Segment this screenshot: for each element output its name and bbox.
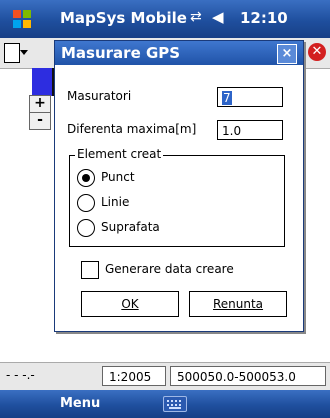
radio-label-suprafata: Suprafata	[101, 220, 160, 234]
diferenta-input[interactable]: 1.0	[217, 120, 283, 140]
chevron-down-icon[interactable]	[20, 50, 28, 55]
radio-punct[interactable]	[77, 169, 95, 187]
masuratori-label: Masuratori	[67, 89, 132, 103]
zoom-out-button[interactable]: -	[29, 112, 51, 130]
radio-suprafata[interactable]	[77, 219, 95, 237]
dialog-title-bar: Masurare GPS ×	[55, 41, 303, 65]
gps-status: - - -.-	[6, 368, 35, 382]
connectivity-icon[interactable]: ⇄	[190, 9, 202, 25]
app-title: MapSys Mobile	[60, 9, 187, 27]
generare-data-label: Generare data creare	[105, 262, 234, 276]
diferenta-label: Diferenta maxima[m]	[67, 122, 197, 136]
menu-softkey[interactable]: Menu	[60, 396, 100, 411]
coordinates-readout: 500050.0-500053.0	[170, 366, 326, 386]
radio-label-punct: Punct	[101, 170, 135, 184]
masuratori-input[interactable]: 7	[217, 87, 283, 107]
map-layer-indicator	[32, 68, 52, 96]
title-bar: MapSys Mobile ⇄ ◀ 12:10	[0, 0, 330, 38]
clock[interactable]: 12:10	[240, 9, 288, 27]
generare-data-checkbox[interactable]	[81, 261, 99, 279]
element-creat-label: Element creat	[75, 147, 164, 161]
windows-start-icon[interactable]	[10, 7, 34, 31]
close-button[interactable]: ×	[277, 44, 297, 64]
stop-icon[interactable]: ✕	[308, 43, 326, 61]
gps-measure-dialog: Masurare GPS × Masuratori 7 Diferenta ma…	[54, 40, 304, 332]
masuratori-value: 7	[222, 91, 232, 105]
new-document-icon[interactable]	[4, 43, 20, 63]
speaker-icon[interactable]: ◀	[212, 8, 224, 26]
radio-linie[interactable]	[77, 194, 95, 212]
radio-label-linie: Linie	[101, 195, 130, 209]
ok-button[interactable]: OK	[81, 291, 179, 317]
keyboard-icon[interactable]	[163, 396, 187, 412]
cancel-button[interactable]: Renunta	[189, 291, 287, 317]
zoom-in-button[interactable]: +	[29, 95, 51, 113]
scale-readout: 1:2005	[102, 366, 166, 386]
dialog-title: Masurare GPS	[61, 44, 181, 62]
